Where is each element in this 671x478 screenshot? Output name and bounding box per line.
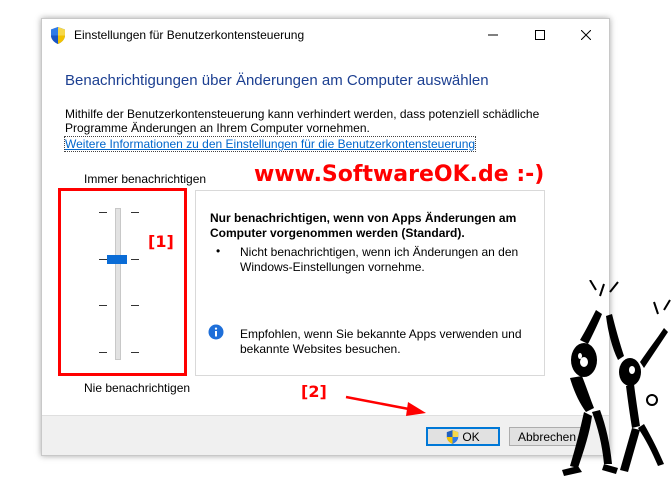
maximize-button[interactable] <box>517 19 563 51</box>
cheering-figures-icon <box>562 280 671 476</box>
annotation-marker-1: [1] <box>148 232 174 251</box>
page-heading: Benachrichtigungen über Änderungen am Co… <box>65 72 489 89</box>
close-icon <box>581 30 591 40</box>
ok-label: OK <box>462 429 480 444</box>
level-description-box: Nur benachrichtigen, wenn von Apps Änder… <box>195 190 545 376</box>
recommendation-text: Empfohlen, wenn Sie bekannte Apps verwen… <box>240 327 522 356</box>
slider-tick-left <box>99 212 107 213</box>
title-bar: Einstellungen für Benutzerkontensteuerun… <box>42 19 609 51</box>
slider-bottom-label: Nie benachrichtigen <box>84 381 191 395</box>
window-title: Einstellungen für Benutzerkontensteuerun… <box>74 28 305 42</box>
annotation-arrow-icon <box>345 395 426 416</box>
uac-shield-icon <box>447 429 459 444</box>
info-icon <box>208 324 224 340</box>
maximize-icon <box>535 30 545 40</box>
ok-button[interactable]: OK <box>426 427 500 446</box>
slider-tick-right <box>131 352 139 353</box>
level-title: Nur benachrichtigen, wenn von Apps Änder… <box>210 211 517 240</box>
watermark-text: www.SoftwareOK.de :-) <box>254 162 545 187</box>
uac-shield-icon <box>51 27 65 44</box>
close-button[interactable] <box>563 19 609 51</box>
minimize-button[interactable] <box>470 19 516 51</box>
more-info-link[interactable]: Weitere Informationen zu den Einstellung… <box>63 136 477 152</box>
level-detail: Nicht benachrichtigen, wenn ich Änderung… <box>240 245 519 274</box>
slider-thumb[interactable] <box>107 254 127 264</box>
slider-track[interactable] <box>115 208 121 360</box>
minimize-icon <box>488 34 498 36</box>
slider-tick-left <box>99 258 107 260</box>
slider-top-label: Immer benachrichtigen <box>84 172 207 186</box>
slider-tick-right <box>131 258 139 260</box>
slider-tick-left <box>99 352 107 353</box>
button-bar: OK Abbrechen <box>42 415 609 455</box>
slider-tick-right <box>131 212 139 213</box>
annotation-marker-2: [2] <box>301 382 327 401</box>
description-text: Mithilfe der Benutzerkontensteuerung kan… <box>65 107 540 135</box>
bullet-mark: • <box>216 244 221 258</box>
slider-highlight-box <box>58 188 187 376</box>
slider-tick-left <box>99 305 107 307</box>
slider-tick-right <box>131 305 139 307</box>
